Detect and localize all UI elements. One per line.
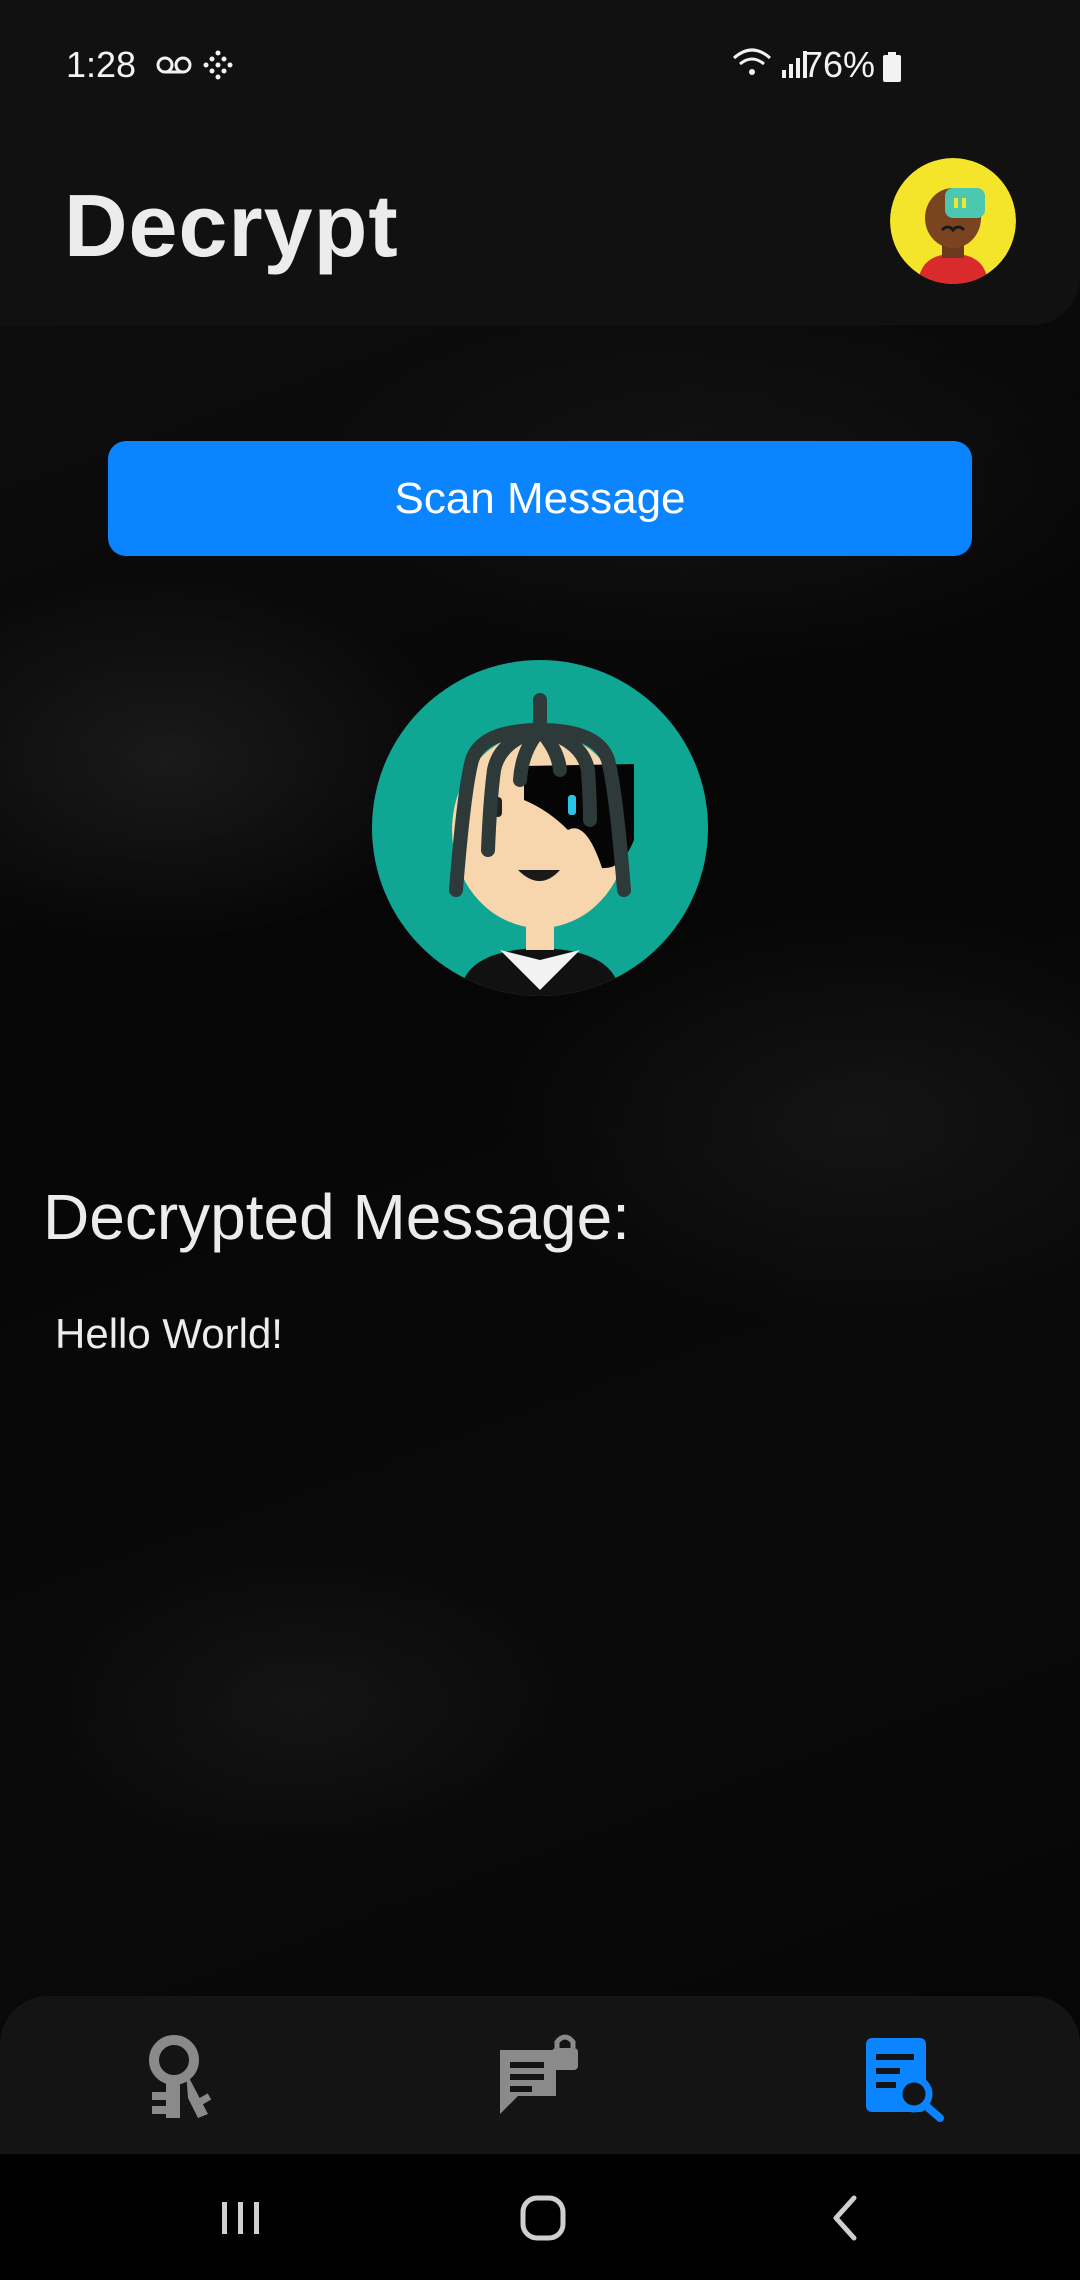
status-time: 1:28 [66,44,137,85]
keys-icon [149,2035,212,2118]
profile-avatar-icon[interactable] [890,158,1016,284]
back-icon[interactable] [812,2182,882,2252]
battery-percent: 76% [802,44,875,85]
status-bar: 1:28 76% [0,0,1080,130]
nav-item-decrypt[interactable] [852,2026,952,2126]
nav-item-keys[interactable] [132,2026,232,2126]
bottom-nav [0,1996,1080,2154]
background-texture [0,0,1080,2280]
recents-icon[interactable] [206,2182,276,2252]
scan-message-button[interactable]: Scan Message [108,441,972,556]
battery-icon [883,52,901,82]
app-bar: Decrypt [0,130,1080,325]
decrypted-message-heading: Decrypted Message: [43,1181,630,1253]
nav-item-encrypt[interactable] [490,2026,590,2126]
page-title: Decrypt [64,176,399,275]
wifi-signal-icon [733,48,807,78]
voicemail-icon [156,50,233,80]
decrypted-message-text: Hello World! [55,1310,283,1357]
network-icons [732,46,812,85]
system-nav-bar [0,2154,1080,2280]
status-left-icons [156,50,246,85]
contact-avatar-icon [372,660,708,996]
locked-message-icon [500,2034,578,2114]
home-icon[interactable] [509,2182,579,2252]
decrypt-search-icon [866,2038,944,2122]
